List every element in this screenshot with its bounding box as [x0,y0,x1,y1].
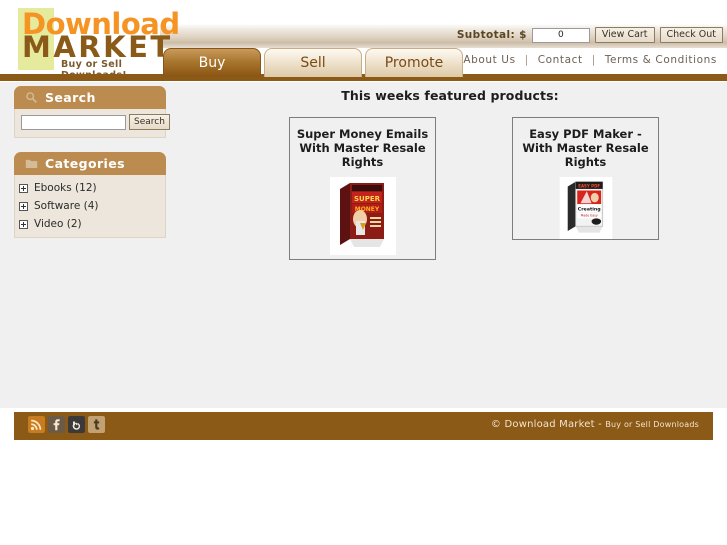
nav-link-about-us[interactable]: About Us [463,54,515,66]
plus-box-icon[interactable] [19,219,28,229]
nav-separator-2: | [591,54,596,66]
facebook-icon[interactable] [48,416,65,433]
page-root: Download MARKET Buy or Sell Downloads! S… [0,0,727,545]
search-button[interactable]: Search [129,114,170,130]
copyright-main: © Download Market [490,419,595,430]
search-panel-header: Search [14,86,166,109]
rss-icon[interactable] [28,416,45,433]
main-navigation: Buy Sell Promote About Us | Contact | Te… [0,48,727,82]
category-label: Ebooks (12) [34,182,97,194]
category-item-ebooks[interactable]: Ebooks (12) [15,179,165,197]
nav-link-contact[interactable]: Contact [538,54,583,66]
svg-text:EASY PDF: EASY PDF [578,183,600,188]
svg-text:Creating: Creating [577,206,600,212]
product-card[interactable]: Super Money Emails With Master Resale Ri… [289,117,436,260]
copyright-separator: - [594,419,606,430]
search-panel-body: Search [14,109,170,138]
product-box-image: SUPER MONEY [329,177,396,255]
sidebar: Search Search Categories Ebooks (12) Sof… [14,86,170,252]
site-footer: © Download Market - Buy or Sell Download… [14,412,713,440]
product-card[interactable]: Easy PDF Maker - With Master Resale Righ… [512,117,659,240]
tab-promote[interactable]: Promote [365,48,463,77]
copyright-tagline: Buy or Sell Downloads [605,420,699,429]
subtotal-input[interactable] [531,27,590,43]
categories-panel: Categories Ebooks (12) Software (4) Vide… [14,152,166,238]
nav-tabs: Buy Sell Promote [163,48,463,77]
nav-separator-1: | [524,54,529,66]
check-out-button[interactable]: Check Out [659,27,723,43]
category-item-video[interactable]: Video (2) [15,215,165,233]
featured-products-grid: Super Money Emails With Master Resale Ri… [180,117,720,277]
categories-panel-body: Ebooks (12) Software (4) Video (2) [14,175,166,238]
product-box-image: EASY PDF Creating Made Easy [559,177,612,239]
cart-summary: Subtotal: $ View Cart Check Out [457,27,723,43]
category-label: Video (2) [34,218,82,230]
search-input[interactable] [21,114,126,130]
magnifier-icon [26,92,37,103]
stumbleupon-icon[interactable] [68,416,85,433]
secondary-nav-links: About Us | Contact | Terms & Conditions [463,54,717,66]
search-panel: Search Search [14,86,170,138]
subtotal-label: Subtotal: $ [456,29,527,41]
categories-panel-header: Categories [14,152,166,175]
category-label: Software (4) [34,200,99,212]
plus-box-icon[interactable] [19,201,28,211]
tab-sell[interactable]: Sell [264,48,362,77]
social-links [28,416,105,433]
categories-panel-title: Categories [45,156,125,171]
search-panel-title: Search [45,90,96,105]
search-row: Search [21,114,170,130]
plus-box-icon[interactable] [19,183,28,193]
nav-link-terms-conditions[interactable]: Terms & Conditions [605,54,717,66]
view-cart-button[interactable]: View Cart [594,27,655,43]
product-title: Easy PDF Maker - With Master Resale Righ… [522,127,649,169]
svg-text:Made Easy: Made Easy [580,214,597,218]
twitter-icon[interactable] [88,416,105,433]
product-title: Super Money Emails With Master Resale Ri… [296,127,429,169]
svg-text:SUPER: SUPER [353,195,380,203]
tab-buy[interactable]: Buy [163,48,261,77]
featured-heading: This weeks featured products: [341,88,559,103]
folder-icon [25,159,38,168]
main-content: This weeks featured products: Super Mone… [180,86,720,277]
footer-copyright: © Download Market - Buy or Sell Download… [491,419,699,430]
category-item-software[interactable]: Software (4) [15,197,165,215]
